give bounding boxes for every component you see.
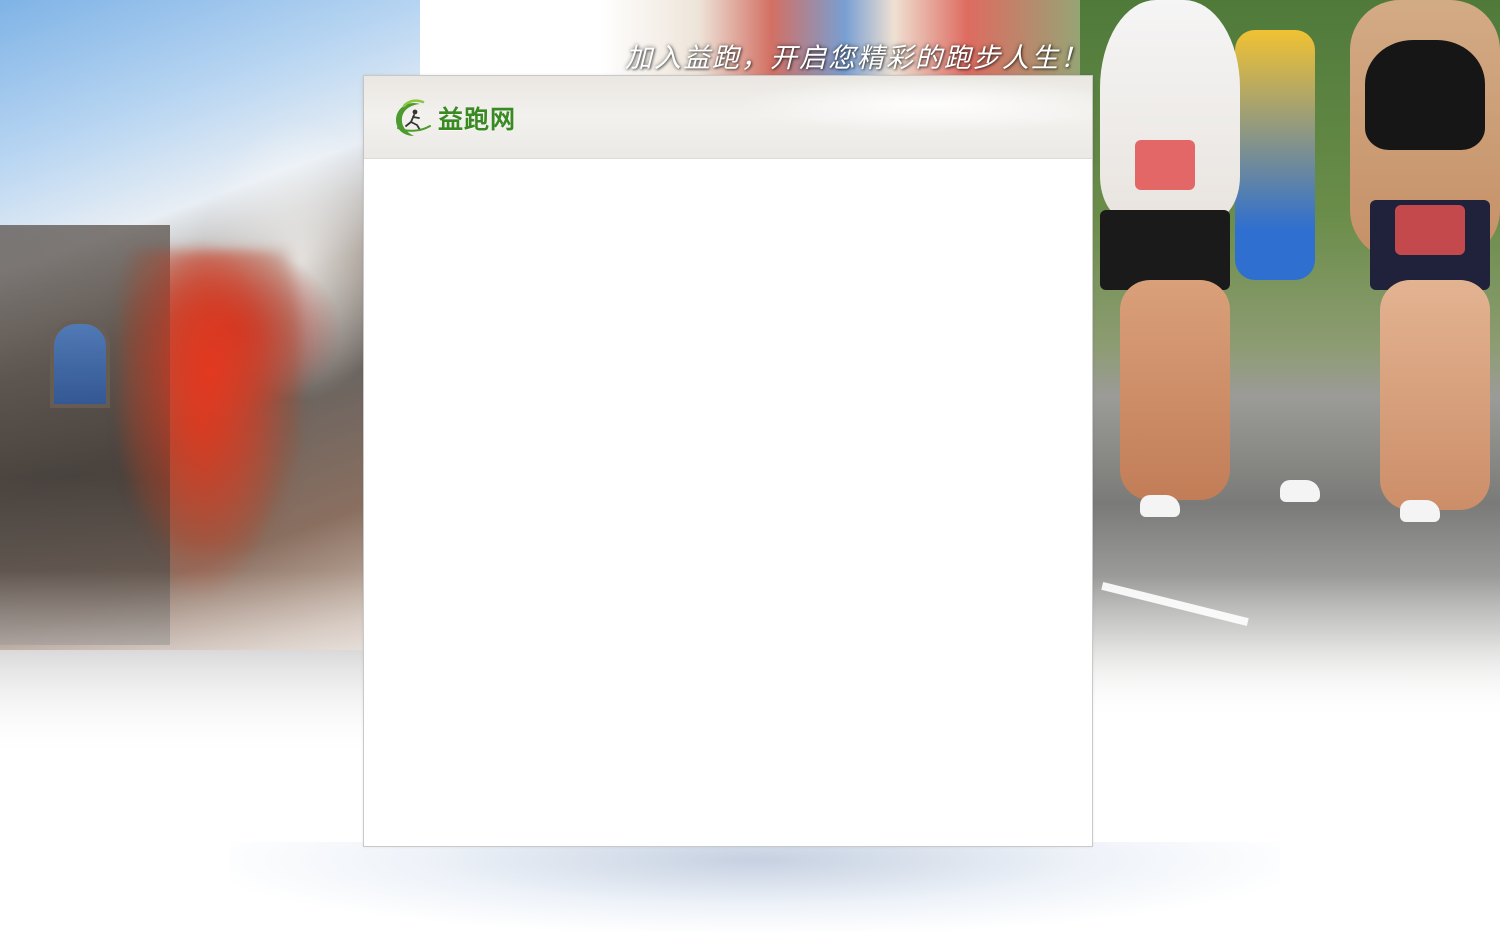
background-runner-legs — [1120, 280, 1230, 500]
background-running-shoe — [1280, 480, 1320, 502]
site-logo[interactable]: 益跑网 — [390, 96, 516, 140]
background-runner-black-top — [1365, 40, 1485, 150]
background-runner-black-shorts — [1100, 210, 1230, 290]
background-running-shoe — [1140, 495, 1180, 517]
main-panel: 益跑网 — [363, 75, 1093, 847]
background-window — [50, 320, 110, 408]
panel-content-area — [364, 159, 1092, 846]
background-race-bib — [1395, 205, 1465, 255]
background-runners-right — [1080, 0, 1500, 720]
background-red-runner-blur — [120, 250, 300, 550]
background-race-bib — [1135, 140, 1195, 190]
panel-reflection-shadow — [230, 842, 1280, 932]
background-road-lane-marking — [1101, 581, 1249, 627]
runner-swoosh-logo-icon — [390, 96, 434, 140]
panel-header: 益跑网 — [364, 76, 1092, 159]
background-runner-woman-legs — [1380, 280, 1490, 510]
site-name: 益跑网 — [438, 105, 517, 134]
background-runner-yellow-blue — [1235, 30, 1315, 280]
background-running-shoe — [1400, 500, 1440, 522]
background-blurred-runner-left — [0, 0, 420, 760]
slogan-text: 加入益跑，开启您精彩的跑步人生！ — [625, 43, 1089, 74]
background-road-left — [0, 650, 420, 760]
